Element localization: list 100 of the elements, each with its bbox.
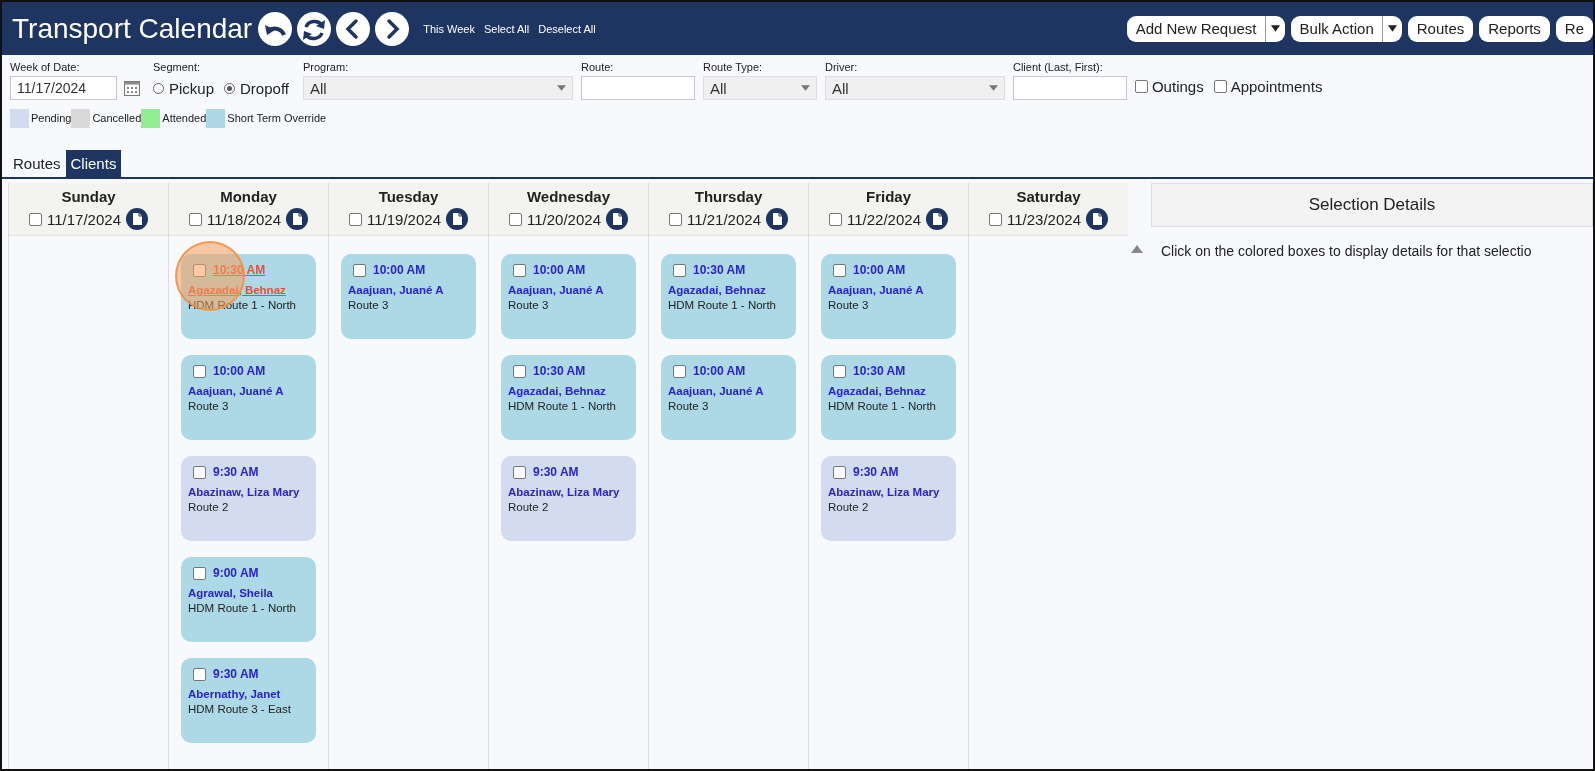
client-name[interactable]: Agazadai, Behnaz xyxy=(668,284,789,296)
appointment-time[interactable]: 9:30 AM xyxy=(533,465,579,479)
appointment-card[interactable]: 10:30 AM Agazadai, Behnaz HDM Route 1 - North xyxy=(821,355,956,440)
header-link[interactable]: Select All xyxy=(483,22,530,35)
document-icon[interactable] xyxy=(126,208,148,230)
appointment-time[interactable]: 10:00 AM xyxy=(853,263,906,277)
header-button[interactable]: Reports xyxy=(1479,15,1550,42)
entry-checkbox[interactable] xyxy=(833,263,846,277)
client-name[interactable]: Aaajuan, Juané A xyxy=(508,284,629,296)
appointment-time[interactable]: 10:00 AM xyxy=(373,263,426,277)
tab[interactable]: Routes xyxy=(8,150,66,177)
appointment-card[interactable]: 10:00 AM Aaajuan, Juané A Route 3 xyxy=(181,355,316,440)
appointment-time[interactable]: 9:30 AM xyxy=(853,465,899,479)
appointment-card[interactable]: 10:30 AM Agazadai, Behnaz HDM Route 1 - North xyxy=(501,355,636,440)
appointment-card[interactable]: 10:00 AM Aaajuan, Juané A Route 3 xyxy=(661,355,796,440)
entry-checkbox[interactable] xyxy=(513,364,526,378)
entry-checkbox[interactable] xyxy=(673,364,686,378)
client-field[interactable] xyxy=(1012,76,1127,100)
radio-button[interactable] xyxy=(224,82,236,94)
entry-checkbox[interactable] xyxy=(193,364,206,378)
appointment-time[interactable]: 10:00 AM xyxy=(693,364,746,378)
calendar-icon[interactable] xyxy=(123,79,141,97)
checkbox[interactable] xyxy=(1134,80,1148,93)
split-button[interactable]: Bulk Action xyxy=(1290,15,1402,42)
next-icon[interactable] xyxy=(375,11,410,46)
appointment-time[interactable]: 10:30 AM xyxy=(693,263,746,277)
appointment-card[interactable]: 10:00 AM Aaajuan, Juané A Route 3 xyxy=(341,254,476,339)
appointment-time[interactable]: 10:00 AM xyxy=(533,263,586,277)
radio-button[interactable] xyxy=(153,82,164,94)
client-name[interactable]: Agrawal, Sheila xyxy=(188,587,309,599)
radio-option[interactable]: Dropoff xyxy=(224,79,289,97)
appointment-card[interactable]: 9:30 AM Abazinaw, Liza Mary Route 2 xyxy=(821,456,956,541)
driver-dropdown[interactable]: All xyxy=(824,76,1005,100)
day-checkbox[interactable] xyxy=(189,212,202,226)
day-checkbox[interactable] xyxy=(989,212,1002,226)
day-date: 11/22/2024 xyxy=(847,210,921,228)
page-title: Transport Calendar xyxy=(12,12,253,45)
document-icon[interactable] xyxy=(286,208,308,230)
appointment-time[interactable]: 10:30 AM xyxy=(533,364,586,378)
appointment-card[interactable]: 9:30 AM Abernathy, Janet HDM Route 3 - East xyxy=(181,658,316,743)
header-link[interactable]: Deselect All xyxy=(538,22,596,35)
appointment-time[interactable]: 9:00 AM xyxy=(213,566,259,580)
tab[interactable]: Clients xyxy=(65,150,122,177)
entry-checkbox[interactable] xyxy=(193,566,206,580)
client-name[interactable]: Agazadai, Behnaz xyxy=(828,385,949,397)
appointment-time[interactable]: 9:30 AM xyxy=(213,465,259,479)
appointment-time[interactable]: 10:00 AM xyxy=(213,364,266,378)
route-name: Route 3 xyxy=(508,299,550,311)
client-name[interactable]: Aaajuan, Juané A xyxy=(828,284,949,296)
client-name[interactable]: Abazinaw, Liza Mary xyxy=(828,486,949,498)
appointment-card[interactable]: 9:30 AM Abazinaw, Liza Mary Route 2 xyxy=(501,456,636,541)
document-icon[interactable] xyxy=(446,208,468,230)
undo-icon[interactable] xyxy=(258,11,293,46)
checkbox-label: Outings xyxy=(1151,78,1204,95)
split-button[interactable]: Add New Request xyxy=(1126,15,1285,42)
previous-icon[interactable] xyxy=(336,11,371,46)
entry-checkbox[interactable] xyxy=(833,465,846,479)
entry-checkbox[interactable] xyxy=(193,263,206,277)
appointment-time[interactable]: 10:30 AM xyxy=(853,364,906,378)
appointment-card[interactable]: 10:00 AM Aaajuan, Juané A Route 3 xyxy=(821,254,956,339)
appointment-card[interactable]: 10:00 AM Aaajuan, Juané A Route 3 xyxy=(501,254,636,339)
entry-checkbox[interactable] xyxy=(193,465,206,479)
entry-checkbox[interactable] xyxy=(673,263,686,277)
day-checkbox[interactable] xyxy=(669,212,682,226)
appointment-time[interactable]: 9:30 AM xyxy=(213,667,259,681)
client-name[interactable]: Agazadai, Behnaz xyxy=(508,385,629,397)
entry-checkbox[interactable] xyxy=(513,465,526,479)
document-icon[interactable] xyxy=(1086,208,1108,230)
client-name[interactable]: Aaajuan, Juané A xyxy=(668,385,789,397)
document-icon[interactable] xyxy=(766,208,788,230)
appointment-card[interactable]: 9:30 AM Abazinaw, Liza Mary Route 2 xyxy=(181,456,316,541)
document-icon[interactable] xyxy=(926,208,948,230)
client-name[interactable]: Abazinaw, Liza Mary xyxy=(188,486,309,498)
appointment-card[interactable]: 10:30 AM Agazadai, Behnaz HDM Route 1 - North xyxy=(661,254,796,339)
route-field[interactable] xyxy=(580,76,695,100)
date-field[interactable]: 11/17/2024 xyxy=(10,76,117,100)
entry-checkbox[interactable] xyxy=(833,364,846,378)
entry-checkbox[interactable] xyxy=(353,263,366,277)
client-name[interactable]: Aaajuan, Juané A xyxy=(348,284,469,296)
day-checkbox[interactable] xyxy=(829,212,842,226)
program-dropdown[interactable]: All xyxy=(302,76,573,100)
client-name[interactable]: Aaajuan, Juané A xyxy=(188,385,309,397)
client-name[interactable]: Abazinaw, Liza Mary xyxy=(508,486,629,498)
day-checkbox[interactable] xyxy=(29,212,42,226)
client-name[interactable]: Abernathy, Janet xyxy=(188,688,309,700)
appointment-card[interactable]: 9:00 AM Agrawal, Sheila HDM Route 1 - North xyxy=(181,557,316,642)
header-link[interactable]: This Week xyxy=(423,22,475,35)
checkbox[interactable] xyxy=(1213,80,1227,93)
route-type-dropdown[interactable]: All xyxy=(702,76,817,100)
day-checkbox[interactable] xyxy=(349,212,362,226)
dropdown-caret-icon xyxy=(1387,25,1397,32)
day-checkbox[interactable] xyxy=(509,212,522,226)
header-button[interactable]: Re xyxy=(1555,15,1593,42)
header-button[interactable]: Routes xyxy=(1407,15,1474,42)
entry-checkbox[interactable] xyxy=(193,667,206,681)
refresh-icon[interactable] xyxy=(297,11,332,46)
radio-option[interactable]: Pickup xyxy=(153,79,215,97)
entry-checkbox[interactable] xyxy=(513,263,526,277)
scroll-up-icon[interactable] xyxy=(1131,245,1143,253)
document-icon[interactable] xyxy=(606,208,628,230)
